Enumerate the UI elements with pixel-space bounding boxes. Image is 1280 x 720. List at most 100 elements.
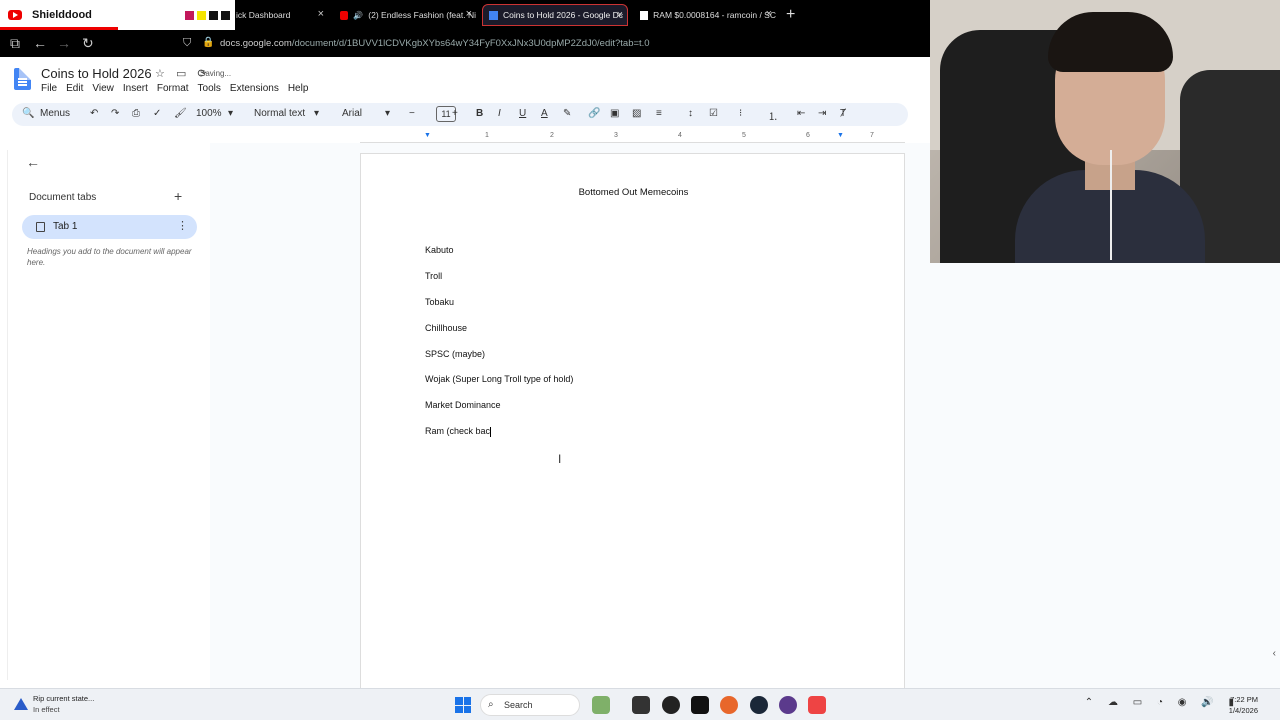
widgets-icon[interactable] [592,696,610,714]
menu-insert[interactable]: Insert [123,83,148,94]
clock[interactable]: 7:22 PM 1/4/2026 [1229,694,1258,716]
clear-formatting-icon[interactable]: Ⱦ [840,108,846,119]
color-swatches [185,10,230,20]
notification-title[interactable]: Rip current state... [33,694,94,703]
style-select[interactable]: Normal text [254,108,305,119]
checklist-icon[interactable]: ☑ [709,108,718,119]
windows-start-icon[interactable] [455,697,471,713]
print-icon[interactable]: ⎙ [132,108,140,119]
forward-icon[interactable]: → [57,35,71,51]
ruler-mark: 1 [485,132,489,139]
paint-format-icon[interactable]: 🖌 [174,108,187,119]
lock-icon[interactable]: 🔒 [202,37,214,48]
tab-label: ick Dashboard [236,10,291,20]
menus-search[interactable]: Menus [40,108,70,119]
firefox-icon[interactable] [720,696,738,714]
vertical-ruler [0,150,8,680]
search-label: Search [504,700,533,710]
sidebar-item-tab-1[interactable]: Tab 1 ⋮ [22,215,197,239]
docs-logo-icon[interactable] [14,68,31,90]
warning-icon[interactable] [14,698,28,710]
text-color-icon[interactable]: A [541,108,548,119]
steam-icon[interactable] [750,696,768,714]
undo-icon[interactable]: ↶ [90,108,98,119]
zoom-select[interactable]: 100% [196,108,222,119]
document-page[interactable]: Bottomed Out Memecoins Kabuto Troll Toba… [360,153,905,693]
app-icon[interactable] [808,696,826,714]
menu-help[interactable]: Help [288,83,309,94]
app-icon[interactable] [691,696,709,714]
star-icon[interactable]: ☆ [155,68,165,80]
bold-icon[interactable]: B [476,108,483,119]
app-icon[interactable] [779,696,797,714]
comment-icon[interactable]: ▣ [610,108,619,119]
search-icon: ⌕ [488,699,494,710]
redo-icon[interactable]: ↷ [111,108,119,119]
ruler-mark: 6 [806,132,810,139]
decrease-indent-icon[interactable]: ⇤ [797,108,805,119]
close-icon[interactable]: × [617,9,623,21]
ruler-mark: 7 [870,132,874,139]
italic-icon[interactable]: I [498,108,501,119]
docs-menubar: File Edit View Insert Format Tools Exten… [41,83,317,94]
close-icon[interactable]: × [318,8,324,20]
ruler-mark: 2 [550,132,554,139]
back-icon[interactable]: ← [33,35,47,51]
reload-icon[interactable]: ↻ [82,35,94,52]
ruler-mark: 5 [742,132,746,139]
menu-format[interactable]: Format [157,83,189,94]
numbered-list-icon[interactable]: ⒈ [768,108,778,123]
right-indent-marker-icon[interactable]: ▼ [837,132,844,139]
taskbar-search[interactable]: ⌕ Search [480,694,580,716]
list-item: SPSC (maybe) [425,349,486,359]
tab-label: Tab 1 [53,221,78,232]
close-icon[interactable]: × [466,8,472,20]
align-icon[interactable]: ≡ [656,108,662,119]
add-tab-button[interactable]: + [174,188,182,204]
bullet-list-icon[interactable]: ⁝ [739,108,742,119]
spellcheck-icon[interactable]: ✓ [153,108,161,119]
underline-icon[interactable]: U [519,108,526,119]
increase-font-icon[interactable]: + [452,108,458,119]
increase-indent-icon[interactable]: ⇥ [818,108,826,119]
highlight-icon[interactable]: ✎ [563,108,571,119]
save-status: Saving... [200,69,232,78]
tab-ram-coin[interactable]: RAM $0.0008164 - ramcoin / SC × [634,4,776,26]
font-select[interactable]: Arial [342,108,362,119]
close-outline-icon[interactable]: ← [26,154,40,170]
obs-icon[interactable] [662,696,680,714]
menu-extensions[interactable]: Extensions [230,83,279,94]
image-icon[interactable]: ▨ [632,108,641,119]
link-icon[interactable]: 🔗 [588,108,600,119]
document-title[interactable]: Coins to Hold 2026 [41,66,152,81]
tab-youtube[interactable]: 🔊 (2) Endless Fashion (feat. Ni × [334,4,476,26]
chevron-down-icon: ▾ [385,108,391,119]
task-view-icon[interactable] [632,696,650,714]
menu-edit[interactable]: Edit [66,83,83,94]
chevron-down-icon: ▾ [314,108,320,119]
line-spacing-icon[interactable]: ↕ [688,108,693,119]
tab-google-docs[interactable]: Coins to Hold 2026 - Google Dc × [482,4,628,26]
decrease-font-icon[interactable]: − [409,108,415,119]
sidebar-icon[interactable]: ⧉ [10,35,20,52]
move-folder-icon[interactable]: ▭ [176,68,186,80]
shield-icon[interactable]: ⛉ [183,37,191,50]
youtube-icon [8,10,22,20]
chevron-down-icon: ▾ [228,108,234,119]
tab-dashboard[interactable]: ick Dashboard × [230,4,328,26]
menu-view[interactable]: View [92,83,114,94]
chevron-left-icon[interactable]: ‹ [1273,648,1276,659]
document-icon [36,222,45,232]
horizontal-ruler[interactable]: ▼ 1 2 3 4 5 6 ▼ 7 [360,131,905,143]
more-options-icon[interactable]: ⋮ [177,219,188,232]
system-tray[interactable]: ⌃ ☁ ▭ ◔ ◉ 🔊 ▮ [1085,697,1240,708]
menu-tools[interactable]: Tools [198,83,221,94]
close-icon[interactable]: × [766,8,772,20]
new-tab-button[interactable]: + [786,6,795,24]
indent-marker-icon[interactable]: ▼ [424,132,431,139]
url-path: /document/d/1BUVV1lCDVKgbXYbs64wY34FyF0X… [291,38,650,49]
url-field[interactable]: docs.google.com/document/d/1BUVV1lCDVKgb… [220,38,650,49]
youtube-miniplayer[interactable]: Shielddood [0,0,235,30]
search-icon[interactable]: 🔍 [22,108,34,119]
menu-file[interactable]: File [41,83,57,94]
